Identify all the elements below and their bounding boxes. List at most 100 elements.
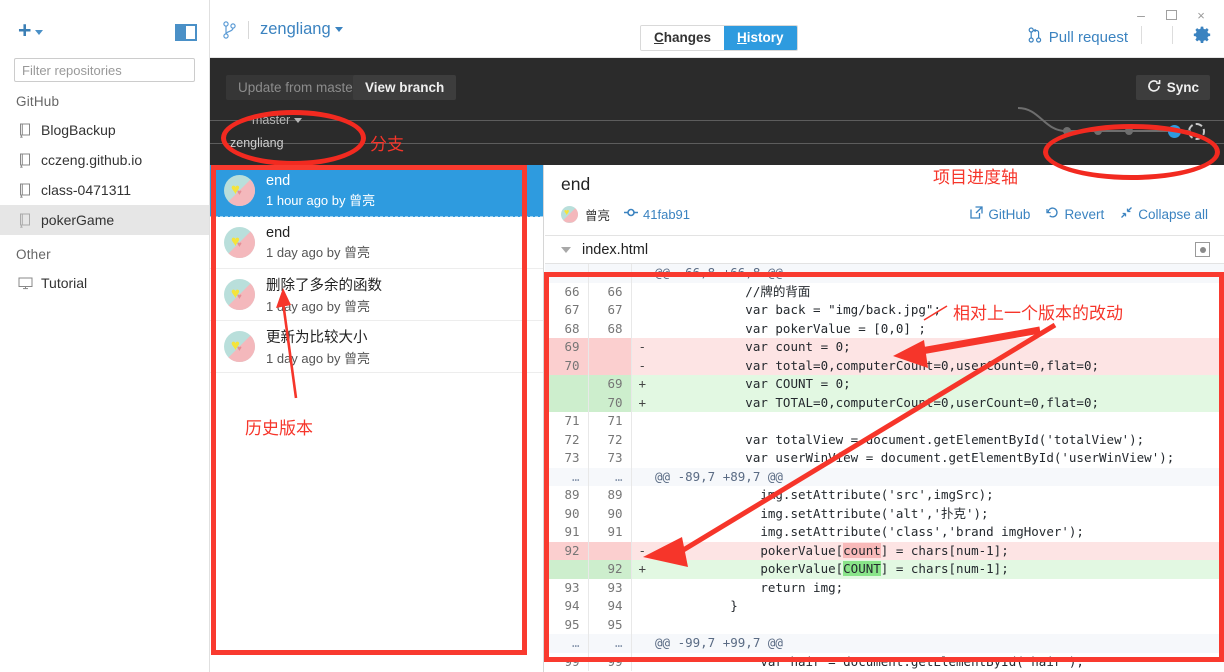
timeline-dot[interactable] xyxy=(1063,127,1071,135)
tab-history[interactable]: History xyxy=(724,26,797,50)
diff-marker xyxy=(631,616,653,635)
repo-book-icon xyxy=(18,183,32,198)
master-lane-selector[interactable]: master xyxy=(252,113,303,127)
diff-row-add: 92 + pokerValue[COUNT] = chars[num-1]; xyxy=(545,560,1224,579)
diff-code: img.setAttribute('src',imgSrc); xyxy=(653,486,1224,505)
chevron-down-icon[interactable] xyxy=(561,246,571,253)
settings-button[interactable] xyxy=(1193,26,1211,49)
sidebar-item-tutorial[interactable]: Tutorial xyxy=(0,268,209,298)
diff-new-line-number xyxy=(588,338,632,357)
monitor-icon xyxy=(18,276,33,291)
collapse-all-button[interactable]: Collapse all xyxy=(1120,206,1208,222)
sidebar-item-pokergame[interactable]: pokerGame xyxy=(0,205,209,235)
repository-name[interactable]: zengliang xyxy=(260,20,343,39)
diff-code: pokerValue[COUNT] = chars[num-1]; xyxy=(653,560,1224,579)
timeline-dot[interactable] xyxy=(1125,127,1133,135)
open-in-github-button[interactable]: GitHub xyxy=(970,206,1030,222)
chevron-down-icon xyxy=(294,118,303,123)
sidebar-item-blogbackup[interactable]: BlogBackup xyxy=(0,115,209,145)
diff-code: return img; xyxy=(653,578,1224,597)
commit-author: 曾亮 xyxy=(585,208,611,223)
window-close-button[interactable]: × xyxy=(1186,4,1216,26)
diff-marker: + xyxy=(631,375,653,394)
plus-icon: + xyxy=(18,17,32,43)
update-from-master-button[interactable]: Update from master xyxy=(226,75,370,100)
diff-old-line-number: 90 xyxy=(545,504,589,523)
tab-changes[interactable]: Changes xyxy=(641,26,725,50)
commit-meta: 1 hour ago by 曾亮 xyxy=(266,192,376,208)
diff-file-header[interactable]: index.html xyxy=(545,235,1224,264)
diff-new-line-number: 89 xyxy=(588,486,632,505)
commit-sha-text: 41fab91 xyxy=(643,206,691,222)
commit-detail-panel: end ♥ 曾亮 41fab91 GitHub Revert Collapse … xyxy=(545,165,1224,672)
toggle-sidebar-button[interactable] xyxy=(175,24,197,41)
commit-list-item[interactable]: ♥ ♥ end 1 day ago by 曾亮 xyxy=(210,217,543,269)
commit-list-item[interactable]: ♥ ♥ 删除了多余的函数 1 day ago by 曾亮 xyxy=(210,269,543,321)
diff-code: //牌的背面 xyxy=(653,282,1224,301)
sidebar-item-label: BlogBackup xyxy=(41,122,116,138)
add-repository-button[interactable]: + xyxy=(18,17,44,43)
diff-row-hunk: …… @@ -66,8 +66,8 @@ xyxy=(545,264,1224,283)
diff-code: img.setAttribute('alt','扑克'); xyxy=(653,504,1224,523)
diff-row-del: 69 - var count = 0; xyxy=(545,338,1224,357)
diff-old-line-number: 94 xyxy=(545,597,589,616)
pull-request-button[interactable]: Pull request xyxy=(1028,27,1128,47)
repo-group-label: Other xyxy=(16,247,51,262)
commit-title: 更新为比较大小 xyxy=(266,330,368,346)
diff-new-line-number: 90 xyxy=(588,504,632,523)
commit-title: end xyxy=(266,172,291,189)
diff-marker: + xyxy=(631,560,653,579)
diff-code: var TOTAL=0,computerCount=0,userCount=0,… xyxy=(653,393,1224,412)
close-icon: × xyxy=(1197,7,1205,23)
sidebar-item-class-0471311[interactable]: class-0471311 xyxy=(0,175,209,205)
window-maximize-button[interactable] xyxy=(1156,4,1186,26)
diff-row-ctx: 67 67 var back = "img/back.jpg"; xyxy=(545,301,1224,320)
commit-list-item[interactable]: ♥ ♥ 更新为比较大小 1 day ago by 曾亮 xyxy=(210,321,543,373)
diff-marker xyxy=(631,597,653,616)
repo-book-icon xyxy=(18,153,32,168)
sidebar-item-cczeng-github-io[interactable]: cczeng.github.io xyxy=(0,145,209,175)
filter-repositories-input[interactable] xyxy=(14,58,195,82)
diff-old-line-number: 93 xyxy=(545,578,589,597)
diff-code: var total=0,computerCount=0,userCount=0,… xyxy=(653,356,1224,375)
diff-old-line-number: 72 xyxy=(545,430,589,449)
sync-button[interactable]: Sync xyxy=(1135,75,1210,100)
diff-code: var totalView = document.getElementById(… xyxy=(653,430,1224,449)
diff-old-line-number: 67 xyxy=(545,301,589,320)
diff-old-line-number xyxy=(545,560,589,579)
sidebar-item-label: class-0471311 xyxy=(41,182,132,198)
diff-new-line-number: … xyxy=(588,634,632,653)
filter-repositories-wrap xyxy=(0,58,209,82)
diff-table: …… @@ -66,8 +66,8 @@ 66 66 //牌的背面 67 67 var b… xyxy=(545,264,1224,671)
timeline-head-dot[interactable] xyxy=(1168,124,1181,138)
window-minimize-button[interactable]: – xyxy=(1126,4,1156,26)
diff-old-line-number: 73 xyxy=(545,449,589,468)
diff-old-line-number: 99 xyxy=(545,652,589,671)
diff-code: @@ -99,7 +99,7 @@ xyxy=(653,634,1224,653)
commit-list[interactable]: ♥ ♥ end 1 hour ago by 曾亮 ♥ ♥ end 1 day ago… xyxy=(210,165,544,672)
timeline-pending-ring[interactable] xyxy=(1188,122,1205,140)
commit-list-item[interactable]: ♥ ♥ end 1 hour ago by 曾亮 xyxy=(210,165,543,217)
diff-row-ctx: 68 68 var pokerValue = [0,0] ; xyxy=(545,319,1224,339)
diff-marker xyxy=(631,320,653,339)
commit-sha[interactable]: 41fab91 xyxy=(624,205,690,223)
diff-marker: + xyxy=(631,393,653,412)
view-branch-button[interactable]: View branch xyxy=(353,75,457,100)
repository-selector[interactable]: zengliang xyxy=(222,20,343,39)
branch-toolbar: Update from master View branch Sync mast… xyxy=(210,58,1224,165)
sync-icon xyxy=(1147,79,1161,96)
diff-row-ctx: 66 66 //牌的背面 xyxy=(545,282,1224,301)
project-timeline[interactable] xyxy=(1010,102,1210,157)
diff-new-line-number: 94 xyxy=(588,597,632,616)
diff-old-line-number: 91 xyxy=(545,523,589,542)
diff-old-line-number: 70 xyxy=(545,356,589,375)
diff-marker xyxy=(631,523,653,542)
diff-code: @@ -66,8 +66,8 @@ xyxy=(653,264,1224,283)
timeline-dot[interactable] xyxy=(1094,127,1102,135)
diff-old-line-number: … xyxy=(545,634,589,653)
diff-code: pokerValue[count] = chars[num-1]; xyxy=(653,541,1224,560)
diff-options-button[interactable] xyxy=(1195,242,1210,257)
revert-button[interactable]: Revert xyxy=(1046,206,1104,222)
commit-title: 删除了多余的函数 xyxy=(266,278,382,294)
diff-new-line-number: 93 xyxy=(588,578,632,597)
